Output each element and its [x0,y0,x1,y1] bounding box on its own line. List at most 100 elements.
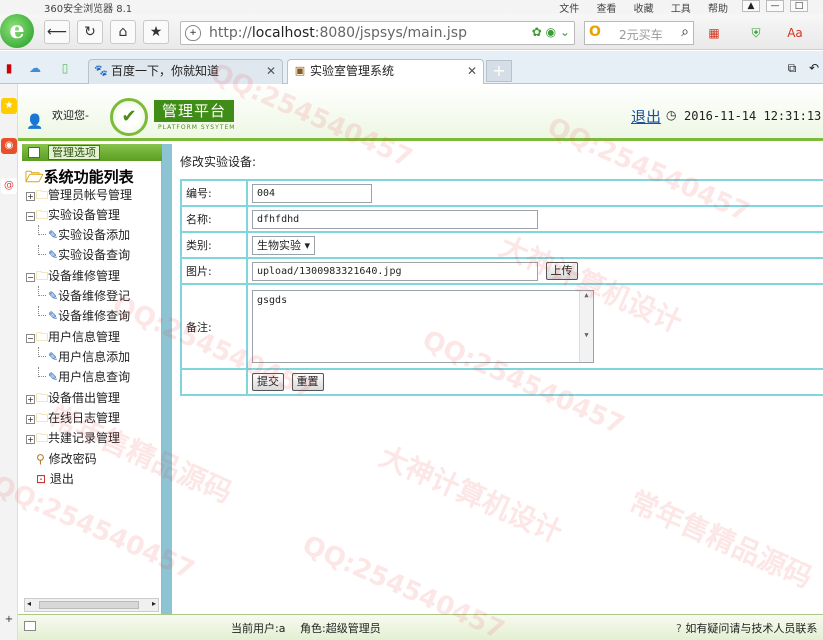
edit-icon: ✎ [48,248,58,262]
search-box[interactable]: O 2元买车 ⌕ [584,21,694,45]
welcome-text: 欢迎您- [52,107,89,123]
add-app-icon[interactable]: + [1,612,17,628]
close-tab-icon[interactable]: ✕ [467,60,477,82]
status-panel-icon [24,621,36,631]
folder-icon: 🗀 [36,431,48,445]
edit-equipment-form: 编号: 004 名称: dfhfdhd 类别: 生物实验 ▾ 图片: uploa… [180,179,823,396]
refresh-icon[interactable]: ↻ [77,20,103,44]
edit-icon: ✎ [48,370,58,384]
form-row-id: 编号: 004 [181,180,823,206]
sidebar-item-admin-accounts[interactable]: +🗀管理员帐号管理 [26,185,132,205]
sidebar-header: 管理选项 [22,144,162,161]
edit-icon: ✎ [48,350,58,364]
id-label: 编号: [181,180,247,206]
scrollbar-thumb[interactable] [39,601,139,609]
sidebar-item-repair[interactable]: −🗀设备维修管理 [26,266,120,286]
sidebar-item-change-password[interactable]: ⚲ 修改密码 [36,449,97,469]
sidebar-item-equipment-query[interactable]: ✎实验设备查询 [48,245,130,265]
upload-button[interactable]: 上传 [546,262,578,280]
current-user: 当前用户:a [231,620,285,636]
edit-icon: ✎ [48,309,58,323]
expand-icon: + [26,415,35,424]
tab-title: 百度一下，你就知道 [111,64,219,78]
textarea-scrollbar[interactable]: ▲▼ [579,291,593,362]
sidebar-item-equipment-add[interactable]: ✎实验设备添加 [48,225,130,245]
sidebar-item-logs[interactable]: +🗀在线日志管理 [26,408,120,428]
browser-logo-icon: e [0,14,34,48]
image-path-input[interactable]: upload/1300983321640.jpg [252,262,538,281]
sidebar-toggle-icon[interactable]: ▮ [0,59,18,77]
search-placeholder: 2元买车 [619,26,663,43]
form-row-remark: 备注: gsgds▲▼ [181,284,823,369]
tab-list-icon[interactable]: ⧉ [783,59,801,77]
address-bar-icons[interactable]: ✿ ◉ ⌄ [532,25,570,39]
folder-icon: 🗀 [36,330,48,344]
sidebar-item-user-add[interactable]: ✎用户信息添加 [48,347,130,367]
sidebar-item-users[interactable]: −🗀用户信息管理 [26,327,120,347]
reset-button[interactable]: 重置 [292,373,324,391]
expand-icon: + [26,435,35,444]
scroll-left-icon: ◂ [27,599,31,608]
new-tab-button[interactable]: + [486,60,512,82]
edit-icon: ✎ [48,228,58,242]
browser-app-name: 360安全浏览器 8.1 [44,0,132,15]
sidebar-item-lending[interactable]: +🗀设备借出管理 [26,388,120,408]
user-role: 角色:超级管理员 [300,620,381,636]
sidebar-item-equipment[interactable]: −🗀实验设备管理 [26,205,120,225]
help-icon: ? [676,622,682,635]
minimize-window-icon[interactable]: — [766,0,784,12]
safety-shield-icon[interactable]: ⛨ [747,24,765,42]
maximize-window-icon[interactable]: □ [790,0,808,12]
panel-icon [28,147,40,158]
status-bar: 当前用户:a 角色:超级管理员 ? 如有疑问请与技术人员联系 [18,614,823,640]
security-shield-icon: + [185,25,201,41]
undo-close-icon[interactable]: ↶ [805,59,823,77]
mail-icon[interactable]: @ [1,178,17,194]
sidebar-item-repair-register[interactable]: ✎设备维修登记 [48,286,130,306]
app-header: 👤 欢迎您- ✔ 管理平台 PLATFORM SYSYTEM 退出 ◷ 2016… [18,84,823,141]
folder-icon: 🗀 [36,208,48,222]
form-row-name: 名称: dfhfdhd [181,206,823,232]
id-input[interactable]: 004 [252,184,372,203]
exit-icon: ⊡ [36,472,46,486]
tab-baidu[interactable]: 🐾 百度一下，你就知道 ✕ [88,59,283,84]
sidebar-item-user-query[interactable]: ✎用户信息查询 [48,367,130,387]
chevron-down-icon: ▾ [305,239,311,252]
platform-emblem-icon: ✔ [110,98,148,136]
name-input[interactable]: dfhfdhd [252,210,538,229]
close-tab-icon[interactable]: ✕ [266,60,276,82]
address-url[interactable]: http://localhost:8080/jspsys/main.jsp [209,25,467,41]
sidebar-item-repair-query[interactable]: ✎设备维修查询 [48,306,130,326]
remark-label: 备注: [181,284,247,369]
tab-lab-system[interactable]: ▣ 实验室管理系统 ✕ [287,59,484,84]
expand-icon: + [26,395,35,404]
home-icon[interactable]: ⌂ [110,20,136,44]
sidebar-horizontal-scrollbar[interactable]: ◂ ▸ [24,598,159,612]
favorite-star-icon[interactable]: ★ [143,20,169,44]
form-row-image: 图片: upload/1300983321640.jpg 上传 [181,258,823,284]
address-bar[interactable]: + http://localhost:8080/jspsys/main.jsp … [180,21,575,45]
weibo-icon[interactable]: ◉ [1,138,17,154]
sidebar-header-label[interactable]: 管理选项 [48,145,100,160]
form-title: 修改实验设备: [180,153,256,170]
back-arrow-icon[interactable]: ⟵ [44,20,70,44]
pin-window-icon[interactable]: ▲ [742,0,760,12]
help-text: ? 如有疑问请与技术人员联系 [676,620,817,636]
favorite-star-icon[interactable]: ★ [1,98,17,114]
remark-textarea[interactable]: gsgds▲▼ [252,290,594,363]
phone-icon[interactable]: ▯ [56,59,74,77]
main-content: 修改实验设备: 编号: 004 名称: dfhfdhd 类别: 生物实验 ▾ 图… [172,144,823,614]
category-select[interactable]: 生物实验 ▾ [252,236,315,255]
baidu-paw-icon: 🐾 [94,64,108,78]
sidebar-item-exit[interactable]: ⊡ 退出 [36,469,74,489]
search-engine-icon[interactable]: O [589,24,601,40]
submit-button[interactable]: 提交 [252,373,284,391]
search-icon[interactable]: ⌕ [681,24,689,40]
apps-grid-icon[interactable]: ▦ [705,24,723,42]
frame-splitter[interactable] [162,144,172,614]
collapse-icon: − [26,273,35,282]
cloud-icon[interactable]: ☁ [26,59,44,77]
logout-link[interactable]: 退出 [631,106,661,127]
translate-icon[interactable]: Aa [786,24,804,42]
sidebar-item-records[interactable]: +🗀共建记录管理 [26,428,120,448]
